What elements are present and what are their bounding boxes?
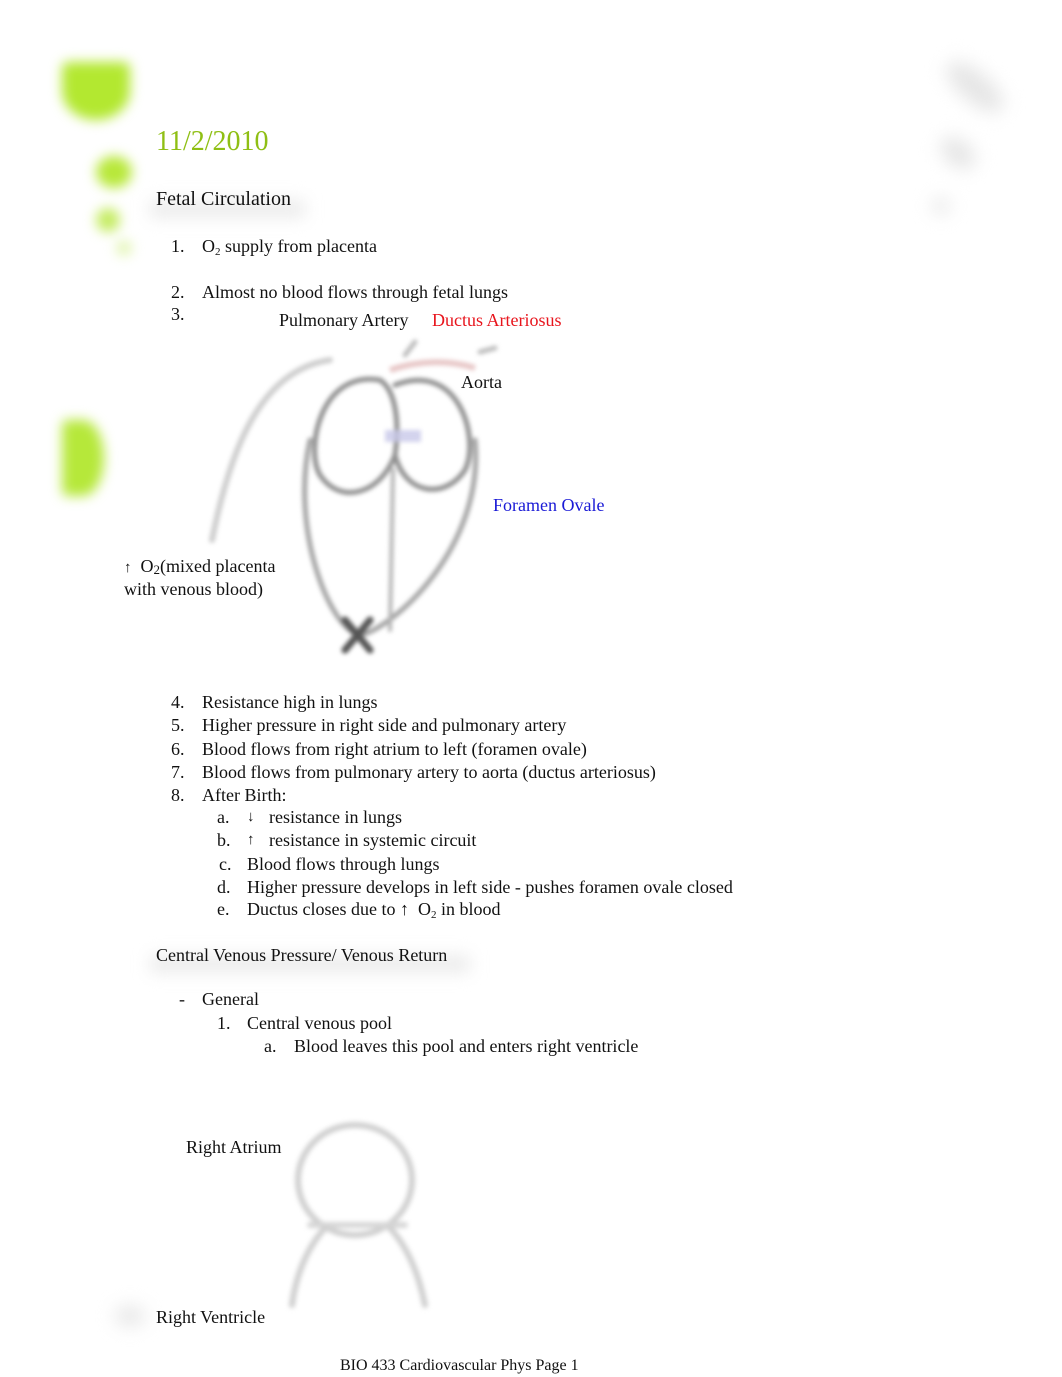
sub-item-letter: a. [217, 807, 230, 827]
sub-item-letter: d. [217, 877, 231, 897]
up-arrow-icon: ↑ [124, 560, 132, 576]
item-text: Blood flows from pulmonary artery to aor… [202, 762, 656, 782]
item-number: 3. [171, 304, 185, 324]
item-number: 5. [171, 715, 185, 735]
bullet-dash: - [179, 989, 185, 1009]
item-text: Resistance high in lungs [202, 692, 378, 712]
decor-grey-3 [932, 198, 950, 214]
label-right-ventricle: Right Ventricle [156, 1307, 266, 1327]
sub-item-letter: b. [217, 830, 231, 850]
list-item: 1. [171, 235, 185, 257]
item-number: 6. [171, 739, 185, 759]
item-number: 7. [171, 762, 185, 782]
septum-line [388, 468, 395, 632]
o2-symbol: O [202, 236, 215, 256]
sub-item-letter: a. [264, 1036, 277, 1056]
foramen-ovale-mark [385, 430, 421, 442]
item-number: 1. [171, 236, 185, 256]
label-aorta: Aorta [461, 372, 502, 392]
label-ductus-arteriosus: Ductus Arteriosus [432, 310, 562, 330]
decor-grey-1 [938, 53, 1012, 121]
text-pre: Ductus closes due to ↑ O [247, 899, 431, 919]
item-text: Higher pressure in right side and pulmon… [202, 715, 567, 735]
item-number: 4. [171, 692, 185, 712]
atrium-circle [295, 1122, 415, 1238]
label-venous-blood: with venous blood) [124, 579, 263, 599]
list-item-text: O2 supply from placenta [202, 235, 377, 258]
decor-blob-4 [116, 240, 132, 256]
decor-blob-5 [62, 420, 104, 496]
decor-grey-4 [115, 1306, 145, 1326]
ductus-arteriosus-line [389, 359, 476, 373]
o2-symbol: O [140, 556, 154, 576]
label-o2-mixed: ↑ O2(mixed placenta [124, 555, 275, 579]
sub-item-text: Blood flows through lungs [247, 854, 440, 874]
item-text: Almost no blood flows through fetal lung… [202, 282, 508, 302]
label-foramen-ovale: Foramen Ovale [493, 495, 605, 515]
decor-blob-2 [96, 156, 132, 188]
text-post: in blood [436, 899, 501, 919]
item-text: supply from placenta [220, 236, 377, 256]
section-heading-cvp: Central Venous Pressure/ Venous Return [156, 945, 448, 965]
sub-item-text: resistance in lungs [269, 807, 402, 827]
item-text: After Birth: [202, 785, 287, 805]
aorta-stub [477, 345, 498, 355]
label-pulmonary-artery: Pulmonary Artery [279, 310, 409, 330]
sub-item-text: resistance in systemic circuit [269, 830, 477, 850]
page-footer: BIO 433 Cardiovascular Phys Page 1 [340, 1357, 579, 1374]
sub-item-text: Higher pressure develops in left side - … [247, 877, 733, 897]
item-text: Central venous pool [247, 1013, 392, 1033]
up-arrow-icon: ↑ [247, 832, 255, 848]
right-heart-diagram [289, 1122, 428, 1308]
decor-blob-1 [62, 62, 130, 120]
item-number: 1. [217, 1013, 231, 1033]
sub-item-text: Ductus closes due to ↑ O2 in blood [247, 898, 501, 921]
item-text: Blood flows from right atrium to left (f… [202, 739, 587, 759]
sub-item-letter: c. [219, 854, 232, 874]
pulmonary-artery-stub [402, 339, 418, 358]
ventricle-right-wall [387, 1225, 428, 1308]
right-atrium-outline [312, 376, 400, 495]
section-heading-fetal: Fetal Circulation [156, 188, 291, 210]
item-text: General [202, 989, 259, 1009]
page-date: 11/2/2010 [156, 126, 269, 157]
ventricle-left-wall [289, 1225, 328, 1308]
sub-item-text: Blood leaves this pool and enters right … [294, 1036, 639, 1056]
item-number: 8. [171, 785, 185, 805]
label-text: (mixed placenta [160, 556, 276, 576]
down-arrow-icon: ↓ [247, 809, 255, 825]
item-number: 2. [171, 282, 185, 302]
decor-blob-3 [96, 208, 120, 232]
decor-grey-2 [934, 130, 982, 176]
sub-item-letter: e. [217, 899, 230, 919]
label-right-atrium: Right Atrium [186, 1137, 282, 1157]
